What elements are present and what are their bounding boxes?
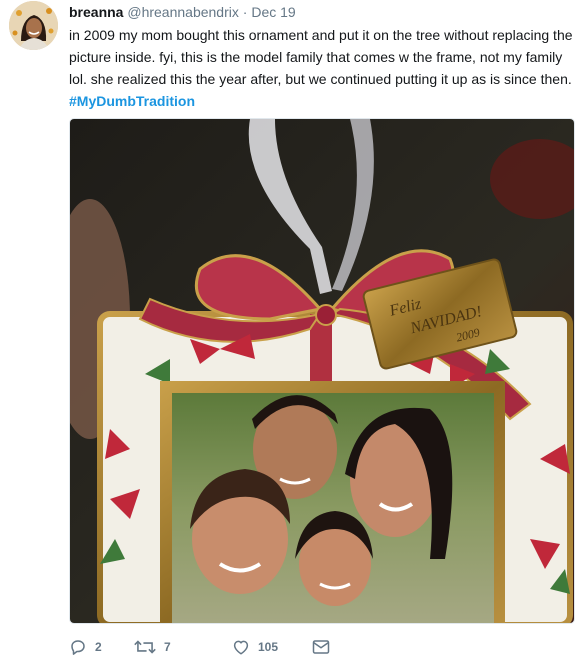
- hashtag-link[interactable]: #MyDumbTradition: [69, 93, 195, 109]
- like-button[interactable]: 105: [232, 636, 278, 658]
- separator-dot: ·: [242, 4, 248, 20]
- tweet-actions: 2 7 105: [69, 636, 569, 658]
- reply-button[interactable]: 2: [69, 636, 102, 658]
- user-handle[interactable]: @hreannabendrix: [127, 4, 239, 20]
- envelope-icon: [312, 640, 330, 654]
- reply-count: 2: [95, 640, 102, 654]
- like-count: 105: [258, 640, 279, 654]
- retweet-count: 7: [164, 640, 171, 654]
- heart-icon: [233, 640, 249, 655]
- tweet-date[interactable]: Dec 19: [251, 4, 295, 20]
- tweet: breanna @hreannabendrix · Dec 19 in 2009…: [0, 0, 582, 668]
- tweet-header: breanna @hreannabendrix · Dec 19: [69, 3, 296, 21]
- ornament-photo: Feliz NAVIDAD! 2009: [70, 119, 574, 623]
- tweet-photo[interactable]: Feliz NAVIDAD! 2009: [69, 118, 575, 624]
- direct-message-button[interactable]: [312, 636, 330, 658]
- retweet-button[interactable]: 7: [134, 636, 171, 658]
- avatar-image: [9, 1, 58, 50]
- retweet-icon: [134, 640, 156, 654]
- avatar[interactable]: [9, 1, 58, 50]
- display-name[interactable]: breanna: [69, 4, 123, 20]
- tweet-body: in 2009 my mom bought this ornament and …: [69, 27, 573, 87]
- reply-icon: [71, 640, 85, 655]
- tweet-text: in 2009 my mom bought this ornament and …: [69, 24, 575, 112]
